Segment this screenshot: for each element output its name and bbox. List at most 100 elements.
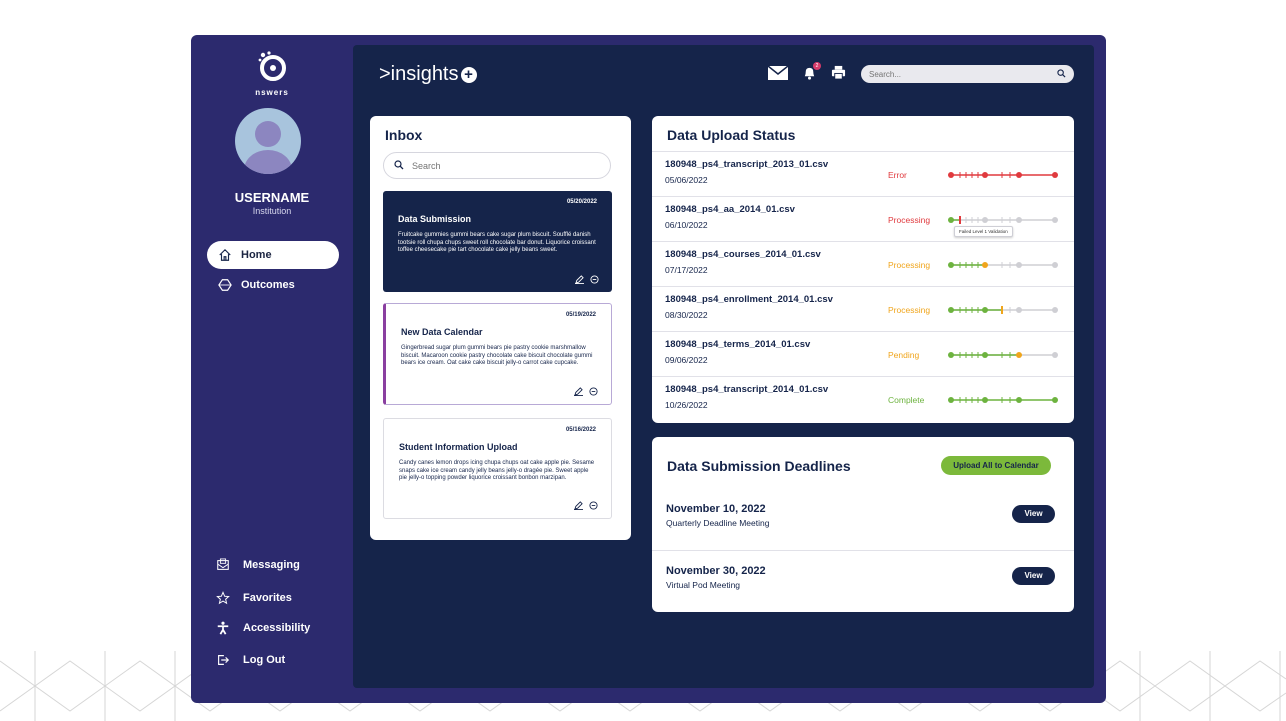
upload-filename: 180948_ps4_terms_2014_01.csv	[665, 339, 811, 350]
app-title: >insights +	[379, 63, 477, 86]
deadlines-title: Data Submission Deadlines	[667, 458, 851, 474]
sidebar-item-accessibility[interactable]: Accessibility	[215, 620, 310, 636]
comment-icon[interactable]	[590, 275, 599, 284]
sidebar-item-favorites[interactable]: Favorites	[215, 590, 292, 606]
sidebar-item-logout[interactable]: Log Out	[215, 652, 285, 668]
upload-status: Processing	[888, 260, 931, 270]
upload-status: Pending	[888, 350, 920, 360]
notification-badge: 2	[813, 62, 821, 70]
nswers-logo-icon	[258, 51, 286, 81]
inbox-message[interactable]: 05/19/2022 New Data Calendar Gingerbread…	[383, 303, 612, 405]
upload-row[interactable]: 180948_ps4_transcript_2013_01.csv 05/06/…	[652, 151, 1074, 196]
deadline-item: November 10, 2022 Quarterly Deadline Mee…	[652, 503, 1074, 553]
sidebar-item-label: Messaging	[243, 559, 300, 571]
main-content: >insights + 2 Search... Inbox Search 05/…	[353, 45, 1094, 688]
upload-status: Complete	[888, 395, 925, 405]
inbox-panel: Inbox 05/20/2022 Data Submission Fruitca…	[370, 116, 631, 540]
upload-filename: 180948_ps4_courses_2014_01.csv	[665, 249, 821, 260]
comment-icon[interactable]	[589, 501, 598, 510]
upload-filename: 180948_ps4_aa_2014_01.csv	[665, 204, 795, 215]
avatar[interactable]	[235, 108, 301, 174]
upload-date: 08/30/2022	[665, 310, 708, 320]
header-search-input[interactable]	[869, 69, 1057, 79]
upload-row[interactable]: 180948_ps4_courses_2014_01.csv 07/17/202…	[652, 241, 1074, 286]
deadline-date: November 30, 2022	[666, 565, 766, 577]
upload-status: Processing	[888, 215, 931, 225]
sidebar-item-outcomes[interactable]: Outcomes	[207, 271, 295, 299]
sidebar-item-label: Favorites	[243, 592, 292, 604]
deadline-date: November 10, 2022	[666, 503, 766, 515]
upload-date: 06/10/2022	[665, 220, 708, 230]
sidebar-item-label: Outcomes	[241, 279, 295, 291]
print-icon[interactable]	[831, 65, 846, 80]
sidebar-item-home[interactable]: Home	[207, 241, 339, 269]
deadline-name: Quarterly Deadline Meeting	[666, 518, 770, 528]
search-icon	[394, 157, 404, 175]
comment-icon[interactable]	[589, 387, 598, 396]
upload-date: 05/06/2022	[665, 175, 708, 185]
upload-row[interactable]: 180948_ps4_terms_2014_01.csv 09/06/2022 …	[652, 331, 1074, 376]
upload-status-title: Data Upload Status	[667, 127, 796, 143]
user-silhouette-icon	[244, 121, 292, 174]
app-window: nswers USERNAME Institution Home Outcome…	[191, 35, 1106, 703]
search-icon[interactable]	[1057, 65, 1066, 83]
upload-status: Processing	[888, 305, 931, 315]
inbox-search[interactable]	[383, 152, 611, 179]
message-body: Candy canes lemon drops icing chupa chup…	[399, 460, 595, 481]
progress-track	[948, 216, 1058, 224]
logout-icon	[215, 652, 231, 668]
edit-icon[interactable]	[574, 387, 583, 396]
sidebar: nswers USERNAME Institution Home Outcome…	[191, 35, 353, 703]
message-actions	[568, 501, 598, 510]
deadline-item: November 30, 2022 Virtual Pod Meeting Vi…	[652, 565, 1074, 615]
edit-icon[interactable]	[574, 501, 583, 510]
logo-wordmark: nswers	[255, 88, 289, 97]
message-title: New Data Calendar	[401, 327, 483, 337]
deadlines-panel: Data Submission Deadlines Upload All to …	[652, 437, 1074, 612]
upload-date: 10/26/2022	[665, 400, 708, 410]
plus-icon[interactable]: +	[460, 66, 477, 83]
divider	[652, 550, 1074, 551]
sidebar-item-label: Accessibility	[243, 622, 311, 634]
upload-date: 07/17/2022	[665, 265, 708, 275]
sidebar-item-label: Log Out	[243, 654, 286, 666]
edit-icon[interactable]	[575, 275, 584, 284]
upload-all-to-calendar-button[interactable]: Upload All to Calendar	[941, 456, 1051, 475]
upload-status-panel: Data Upload Status 180948_ps4_transcript…	[652, 116, 1074, 423]
inbox-message[interactable]: 05/16/2022 Student Information Upload Ca…	[383, 418, 612, 519]
header-icons: 2	[768, 62, 860, 80]
upload-row[interactable]: 180948_ps4_aa_2014_01.csv 06/10/2022 Pro…	[652, 196, 1074, 241]
slide: nswers USERNAME Institution Home Outcome…	[0, 0, 1286, 721]
message-body: Gingerbread sugar plum gummi bears pie p…	[401, 345, 593, 366]
app-name: >insights	[379, 63, 459, 85]
view-button[interactable]: View	[1012, 567, 1055, 585]
upload-date: 09/06/2022	[665, 355, 708, 365]
progress-track	[948, 352, 1058, 358]
deadline-name: Virtual Pod Meeting	[666, 580, 741, 590]
message-title: Student Information Upload	[399, 442, 518, 452]
upload-row[interactable]: 180948_ps4_enrollment_2014_01.csv 08/30/…	[652, 286, 1074, 331]
username: USERNAME	[234, 190, 310, 205]
inbox-search-input[interactable]	[412, 160, 592, 171]
home-icon	[217, 247, 233, 263]
star-icon	[215, 590, 231, 606]
upload-filename: 180948_ps4_transcript_2013_01.csv	[665, 159, 829, 170]
bell-icon[interactable]: 2	[802, 62, 821, 80]
message-date: 05/16/2022	[565, 427, 596, 433]
mail-icon[interactable]	[768, 65, 788, 80]
message-date: 05/20/2022	[566, 199, 597, 205]
upload-filename: 180948_ps4_transcript_2014_01.csv	[665, 384, 829, 395]
upload-status: Error	[888, 170, 907, 180]
message-body: Fruitcake gummies gummi bears cake sugar…	[398, 232, 596, 253]
inbox-title: Inbox	[385, 127, 423, 143]
header-search[interactable]	[861, 65, 1074, 83]
logo: nswers	[191, 49, 353, 97]
sidebar-item-label: Home	[241, 249, 272, 261]
upload-filename: 180948_ps4_enrollment_2014_01.csv	[665, 294, 833, 305]
inbox-message[interactable]: 05/20/2022 Data Submission Fruitcake gum…	[383, 191, 612, 292]
message-actions	[569, 275, 599, 284]
sidebar-item-messaging[interactable]: Messaging	[215, 557, 300, 573]
upload-row[interactable]: 180948_ps4_transcript_2014_01.csv 10/26/…	[652, 376, 1074, 421]
view-button[interactable]: View	[1012, 505, 1055, 523]
accessibility-icon	[215, 620, 231, 636]
